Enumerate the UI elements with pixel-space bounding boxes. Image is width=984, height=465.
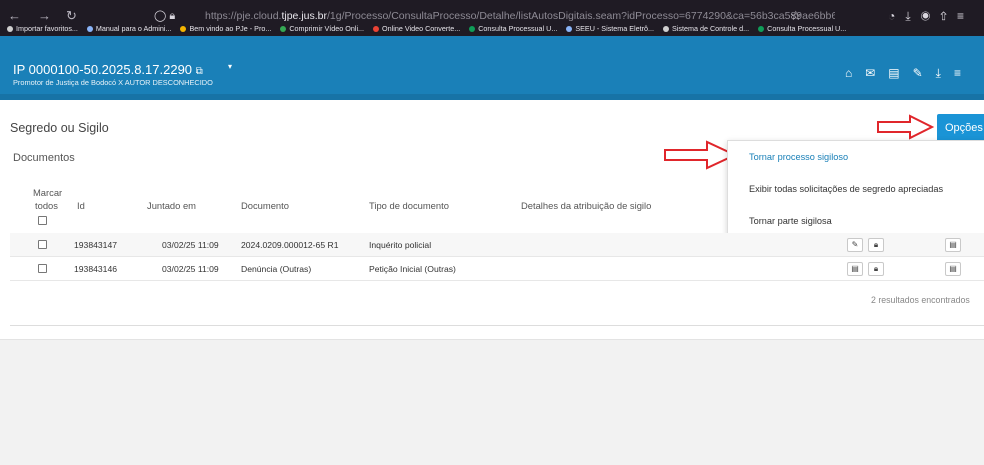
edit-icon[interactable]: ✎	[847, 238, 863, 252]
bookmark-item[interactable]: Sistema de Controle d...	[663, 22, 749, 36]
row-joined: 03/02/25 11:09	[162, 264, 219, 274]
bookmark-item[interactable]: Bem vindo ao PJe - Pro...	[180, 22, 271, 36]
menu-item-make-party-secret[interactable]: Tornar parte sigilosa	[749, 216, 832, 226]
app-header: IP 0000100-50.2025.8.17.2290 ⧉ ▾ Promoto…	[0, 36, 984, 94]
header-mark-all: Marcar	[33, 187, 63, 198]
bookmark-item[interactable]: Comprimir Vídeo Onli...	[280, 22, 364, 36]
row-joined: 03/02/25 11:09	[162, 240, 219, 250]
documents-title: Documentos	[13, 152, 75, 164]
process-number: IP 0000100-50.2025.8.17.2290 ⧉	[13, 62, 203, 77]
table-row: 193843146 03/02/25 11:09 Denúncia (Outra…	[10, 257, 984, 281]
download-icon[interactable]: ⤓	[936, 66, 954, 80]
header-document-type[interactable]: Tipo de documento	[369, 200, 449, 211]
header-divider	[0, 94, 984, 100]
menu-icon[interactable]: ≡	[954, 66, 974, 80]
row-id: 193843147	[74, 240, 118, 250]
row-document[interactable]: 2024.0209.000012-65 R1	[241, 233, 338, 257]
header-secrecy-details: Detalhes da atribuição de sigilo	[521, 200, 652, 211]
home-icon[interactable]: ⌂	[845, 66, 865, 80]
document-icon[interactable]: ▤	[945, 238, 961, 252]
chevron-down-icon[interactable]: ▾	[228, 62, 232, 71]
document-icon[interactable]: ▤	[945, 262, 961, 276]
header-mark-all-line2: todos	[35, 200, 58, 211]
lock-icon[interactable]: 🔒︎	[868, 262, 884, 276]
row-document[interactable]: Denúncia (Outras)	[241, 257, 311, 281]
bookmarks-bar: Importar favoritos... Manual para o Admi…	[0, 22, 984, 36]
header-actions: ⌂✉▤✎⤓≡	[845, 65, 974, 81]
row-doc-type: Inquérito policial	[369, 240, 432, 250]
bookmark-item[interactable]: SEEU - Sistema Eletrô...	[566, 22, 654, 36]
row-doc-type: Petição Inicial (Outras)	[369, 264, 456, 274]
row-id: 193843146	[74, 264, 118, 274]
results-count: 2 resultados encontrados	[871, 295, 970, 305]
document-cash-icon[interactable]: ▤	[888, 66, 912, 80]
mark-all-checkbox[interactable]	[38, 216, 47, 225]
header-document[interactable]: Documento	[241, 200, 289, 211]
browser-chrome: ← → ↻ ◯ 🔒︎ https://pje.cloud.tjpe.jus.br…	[0, 0, 984, 36]
bookmark-item[interactable]: Online Video Converte...	[373, 22, 460, 36]
header-id[interactable]: Id	[77, 200, 85, 211]
bookmark-item[interactable]: Importar favoritos...	[7, 22, 78, 36]
bookmark-item[interactable]: Consulta Processual U...	[758, 22, 846, 36]
annotation-arrow-icon	[877, 114, 935, 140]
row-checkbox[interactable]	[38, 264, 47, 273]
options-dropdown: Tornar processo sigiloso Exibir todas so…	[727, 140, 984, 237]
lock-icon[interactable]: 🔒︎	[868, 238, 884, 252]
copy-icon[interactable]: ⧉	[196, 66, 203, 77]
options-button[interactable]: Opções	[937, 114, 984, 142]
edit-icon[interactable]: ✎	[913, 66, 936, 80]
header-joined[interactable]: Juntado em	[147, 200, 196, 211]
table-row: 193843147 03/02/25 11:09 2024.0209.00001…	[10, 233, 984, 257]
menu-item-show-secret-requests[interactable]: Exibir todas solicitações de segredo apr…	[749, 184, 943, 194]
page-footer-area	[0, 339, 984, 465]
page-title: Segredo ou Sigilo	[10, 121, 109, 135]
bookmark-item[interactable]: Manual para o Admini...	[86, 22, 171, 36]
bookmark-item[interactable]: Consulta Processual U...	[469, 22, 557, 36]
mail-icon[interactable]: ✉	[865, 66, 888, 80]
divider	[10, 325, 984, 326]
menu-item-make-process-secret[interactable]: Tornar processo sigiloso	[749, 152, 848, 162]
document-icon[interactable]: ▤	[847, 262, 863, 276]
process-parties: Promotor de Justiça de Bodocó X AUTOR DE…	[13, 78, 213, 87]
row-checkbox[interactable]	[38, 240, 47, 249]
